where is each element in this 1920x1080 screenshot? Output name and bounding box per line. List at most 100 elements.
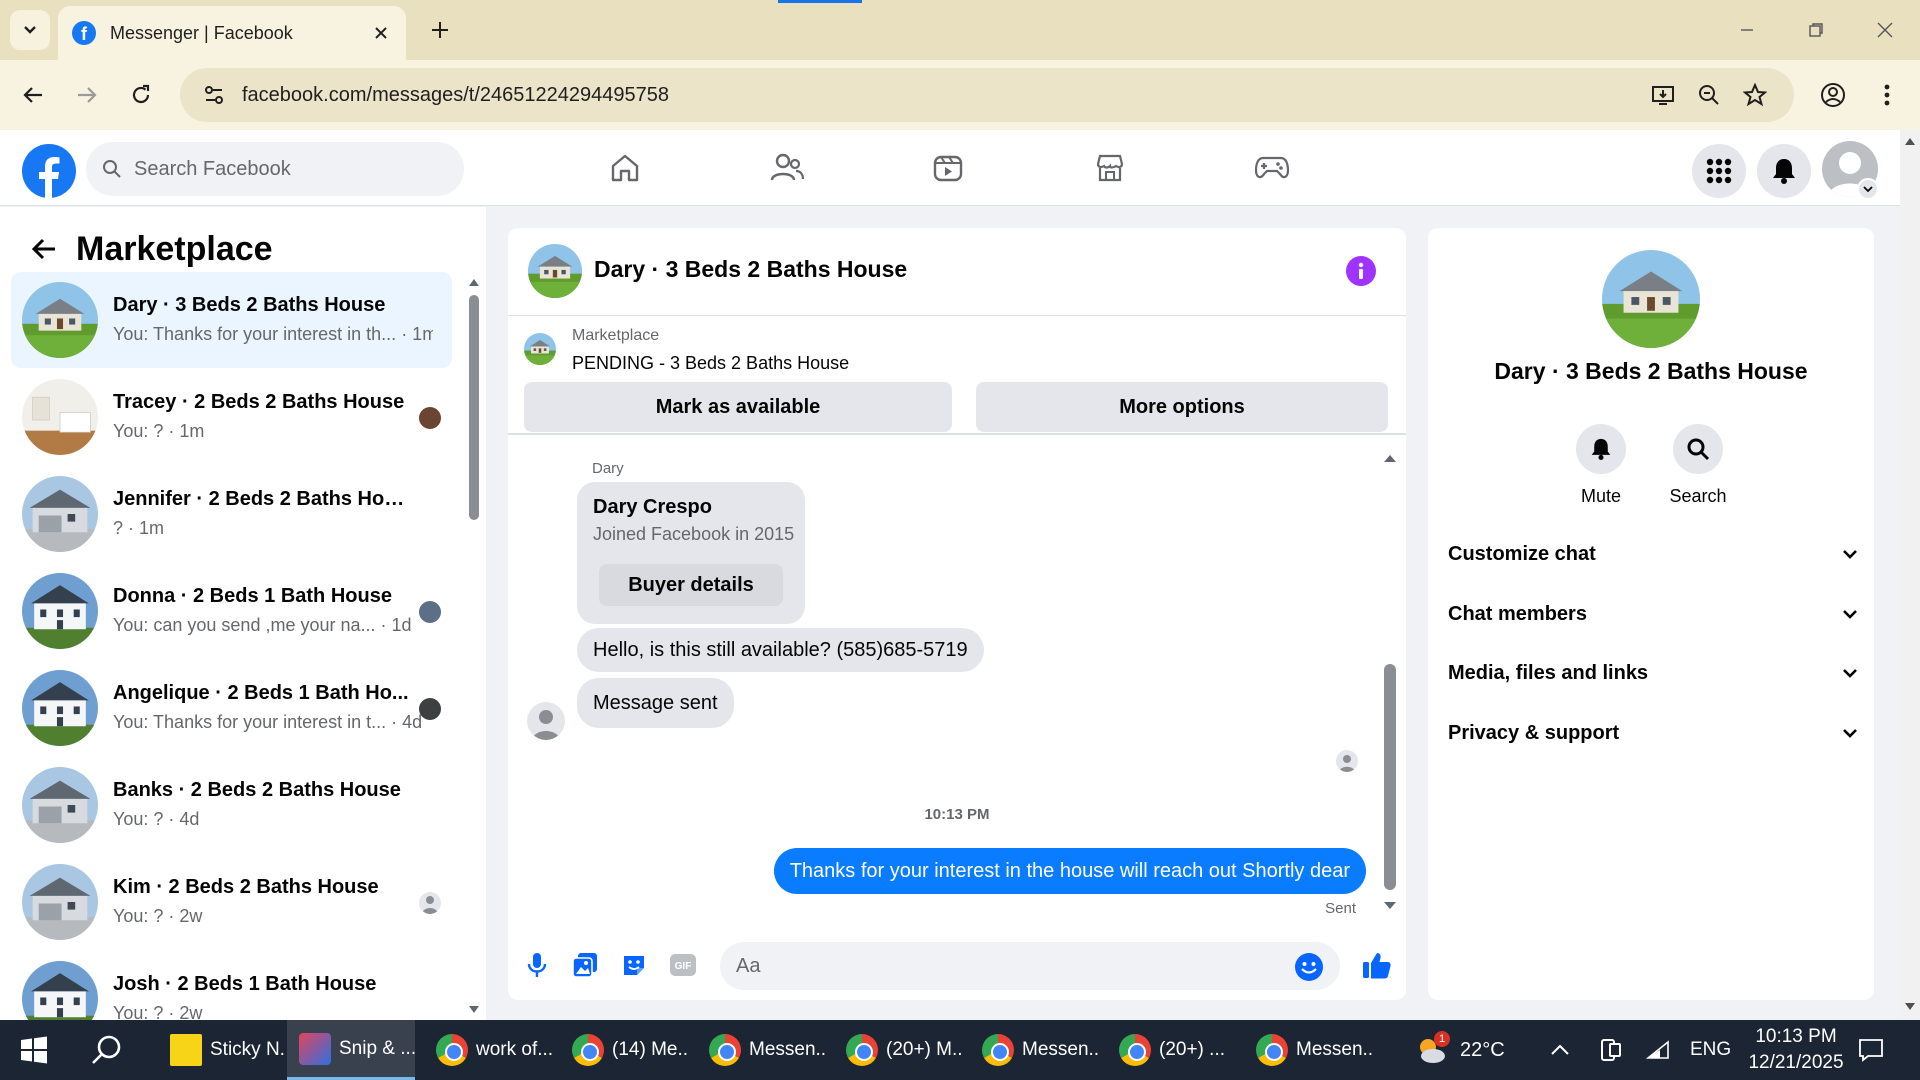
browser-menu-button[interactable] xyxy=(1866,74,1908,116)
facebook-search-input[interactable] xyxy=(134,157,434,181)
bell-icon xyxy=(1773,159,1795,184)
browser-tab-messenger[interactable]: f Messenger | Facebook xyxy=(58,6,406,60)
scroll-up-arrow-icon[interactable] xyxy=(1904,136,1916,146)
chat-item-dary[interactable]: Dary · 3 Beds 2 Baths House You: Thanks … xyxy=(11,272,452,368)
chat-item-josh[interactable]: Josh · 2 Beds 1 Bath House You: ? · 2w xyxy=(11,951,452,1020)
scroll-down-arrow-icon[interactable] xyxy=(1904,1002,1916,1012)
tab-close-button[interactable] xyxy=(370,22,392,44)
section-label: Media, files and links xyxy=(1448,661,1649,684)
chat-preview: You: Thanks for your interest in th... ·… xyxy=(113,324,433,344)
wifi-icon xyxy=(1646,1040,1669,1059)
message-input[interactable] xyxy=(736,954,1276,978)
search-action[interactable]: Search xyxy=(1655,424,1741,507)
restore-button[interactable] xyxy=(1793,10,1839,50)
privacy-support-section[interactable]: Privacy & support xyxy=(1448,709,1858,757)
taskbar-app-chrome-4[interactable]: (20+) M... xyxy=(834,1020,962,1080)
clock[interactable]: 10:13 PM 12/21/2025 xyxy=(1746,1020,1846,1080)
chat-name: Angelique · 2 Beds 1 Bath Ho... xyxy=(113,682,409,704)
minimize-button[interactable] xyxy=(1724,10,1770,50)
page-scrollbar[interactable] xyxy=(1900,130,1920,1020)
chat-item-angelique[interactable]: Angelique · 2 Beds 1 Bath Ho... You: Tha… xyxy=(11,660,452,756)
scroll-up-arrow-icon[interactable] xyxy=(468,277,480,287)
nav-gaming[interactable] xyxy=(1217,130,1327,206)
customize-chat-section[interactable]: Customize chat xyxy=(1448,530,1858,578)
taskbar-app-chrome-3[interactable]: Messen... xyxy=(697,1020,825,1080)
address-bar[interactable]: facebook.com/messages/t/2465122429449575… xyxy=(180,68,1794,122)
taskbar-search-button[interactable] xyxy=(90,1020,124,1080)
chat-item-jennifer[interactable]: Jennifer · 2 Beds 2 Baths House ? · 1m xyxy=(11,466,452,562)
nav-home[interactable] xyxy=(570,130,680,206)
notification-center-button[interactable] xyxy=(1858,1020,1884,1080)
nav-video[interactable] xyxy=(893,130,1003,206)
outgoing-message[interactable]: Thanks for your interest in the house wi… xyxy=(773,848,1366,894)
mute-button[interactable] xyxy=(1576,424,1626,474)
menu-button[interactable] xyxy=(1692,144,1746,198)
nav-marketplace[interactable] xyxy=(1055,130,1165,206)
back-to-chats-button[interactable] xyxy=(24,229,64,269)
media-files-links-section[interactable]: Media, files and links xyxy=(1448,649,1858,697)
weather-widget[interactable]: 1 22°C xyxy=(1414,1020,1505,1080)
chat-item-kim[interactable]: Kim · 2 Beds 2 Baths House You: ? · 2w xyxy=(11,854,452,950)
mark-as-available-button[interactable]: Mark as available xyxy=(524,382,952,432)
mute-action[interactable]: Mute xyxy=(1558,424,1644,507)
taskbar-app-chrome-7[interactable]: Messen... xyxy=(1244,1020,1372,1080)
tray-device-icon[interactable] xyxy=(1600,1020,1622,1080)
site-info-icon[interactable] xyxy=(194,75,234,115)
chat-members-section[interactable]: Chat members xyxy=(1448,590,1858,638)
back-button[interactable] xyxy=(12,74,54,116)
reload-button[interactable] xyxy=(120,74,162,116)
language-indicator[interactable]: ENG xyxy=(1690,1020,1731,1080)
start-button[interactable] xyxy=(20,1020,48,1080)
new-tab-button[interactable] xyxy=(424,14,456,46)
sticker-button[interactable] xyxy=(617,948,651,982)
account-menu-caret[interactable] xyxy=(1857,178,1879,200)
attach-photo-button[interactable] xyxy=(568,948,602,982)
chevron-down-icon xyxy=(24,26,36,34)
incoming-message[interactable]: Message sent xyxy=(577,678,734,728)
more-options-button[interactable]: More options xyxy=(976,382,1388,432)
nav-friends[interactable] xyxy=(732,130,842,206)
facebook-logo-icon[interactable] xyxy=(22,144,76,198)
voice-clip-button[interactable] xyxy=(520,948,554,982)
send-like-button[interactable] xyxy=(1360,948,1394,982)
chat-list-scroll-thumb[interactable] xyxy=(469,295,479,520)
taskbar-app-sticky-notes[interactable]: Sticky N... xyxy=(158,1020,286,1080)
tab-search-button[interactable] xyxy=(10,10,50,50)
network-icon[interactable] xyxy=(1646,1020,1670,1080)
notifications-button[interactable] xyxy=(1757,144,1811,198)
facebook-search-box[interactable] xyxy=(86,142,464,196)
scroll-down-arrow-icon[interactable] xyxy=(1382,898,1398,914)
buyer-details-button[interactable]: Buyer details xyxy=(599,564,783,606)
chat-item-banks[interactable]: Banks · 2 Beds 2 Baths House You: ? · 4d xyxy=(11,757,452,853)
url-text[interactable]: facebook.com/messages/t/2465122429449575… xyxy=(242,84,1640,107)
scroll-down-arrow-icon[interactable] xyxy=(468,1005,480,1015)
chat-item-donna[interactable]: Donna · 2 Beds 1 Bath House You: can you… xyxy=(11,563,452,659)
forward-button[interactable] xyxy=(66,74,108,116)
show-hidden-icons-button[interactable] xyxy=(1550,1020,1570,1080)
search-in-conversation-button[interactable] xyxy=(1673,424,1723,474)
conversation-info-button[interactable] xyxy=(1346,256,1376,286)
scroll-up-arrow-icon[interactable] xyxy=(1382,450,1398,466)
taskbar-app-chrome-2[interactable]: (14) Me... xyxy=(560,1020,688,1080)
listing-photo[interactable] xyxy=(528,244,582,298)
gif-button[interactable]: GIF xyxy=(666,948,700,982)
conversation-title[interactable]: Dary · 3 Beds 2 Baths House xyxy=(594,256,907,283)
bookmark-button[interactable] xyxy=(1732,72,1778,118)
delivery-status: Sent xyxy=(1325,900,1356,917)
taskbar-app-chrome-1[interactable]: work of... xyxy=(424,1020,552,1080)
emoji-icon[interactable] xyxy=(1294,952,1324,982)
conversation-scroll-thumb[interactable] xyxy=(1384,664,1396,890)
profile-button[interactable] xyxy=(1812,74,1854,116)
taskbar-app-label: (14) Me... xyxy=(612,1039,688,1060)
incoming-message[interactable]: Hello, is this still available? (585)685… xyxy=(577,628,984,672)
chrome-icon xyxy=(982,1034,1014,1066)
taskbar-app-snip[interactable]: Snip & ... xyxy=(287,1020,415,1080)
chat-item-tracey[interactable]: Tracey · 2 Beds 2 Baths House You: ? · 1… xyxy=(11,369,452,465)
message-input-box[interactable] xyxy=(720,942,1340,990)
taskbar-app-chrome-6[interactable]: (20+) ... xyxy=(1107,1020,1235,1080)
install-app-button[interactable] xyxy=(1640,72,1686,118)
listing-photo xyxy=(22,282,98,358)
taskbar-app-chrome-5[interactable]: Messen... xyxy=(970,1020,1098,1080)
zoom-button[interactable] xyxy=(1686,72,1732,118)
close-window-button[interactable] xyxy=(1862,10,1908,50)
